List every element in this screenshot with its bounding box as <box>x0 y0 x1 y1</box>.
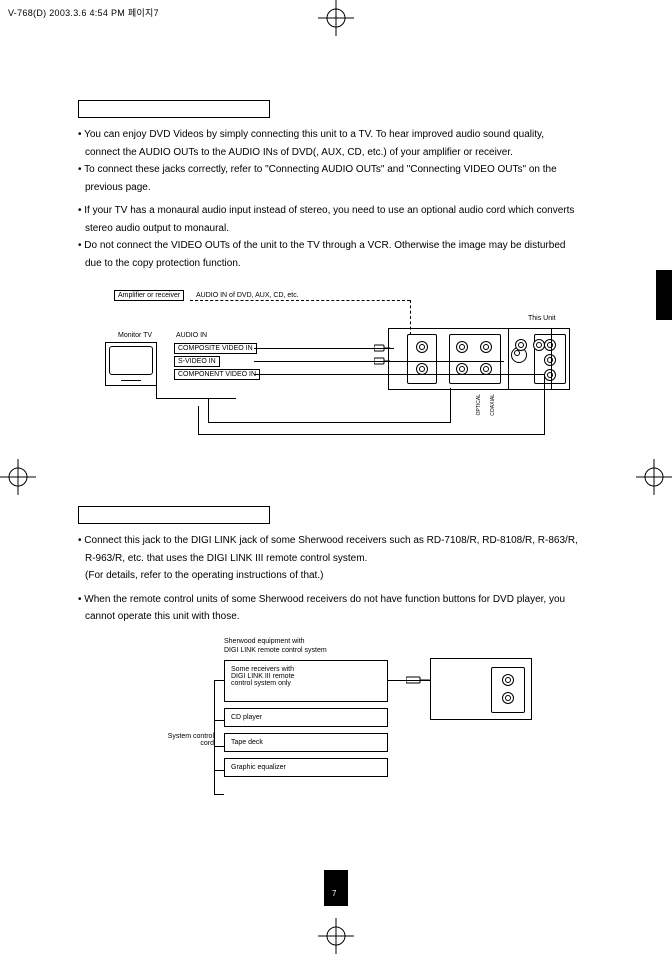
rca-jack-icon <box>533 339 545 351</box>
stack-box-receiver: Some receivers with DIGI LINK III remote… <box>224 660 388 702</box>
label-sherwood-equipment: Sherwood equipment with <box>224 638 305 645</box>
label-optical: OPTICAL <box>476 394 482 415</box>
cable-line <box>254 348 394 349</box>
jack-group <box>407 334 437 384</box>
section1-bullets: • You can enjoy DVD Videos by simply con… <box>78 128 638 270</box>
bullet-text: • Connect this jack to the DIGI LINK jac… <box>78 534 638 548</box>
label-digilink-system: DIGI LINK remote control system <box>224 647 327 654</box>
bracket-line <box>214 746 224 747</box>
cable-line <box>208 398 209 423</box>
jack-group <box>449 334 501 384</box>
jack-group <box>491 667 525 713</box>
registration-mark-left <box>0 459 36 495</box>
stack-box-cd: CD player <box>224 708 388 727</box>
label-this-unit: This Unit <box>528 315 556 322</box>
label-amplifier: Amplifier or receiver <box>114 290 184 301</box>
plug-icon <box>374 343 390 353</box>
label-coaxial: COAXIAL <box>490 394 496 416</box>
bullet-text: connect the AUDIO OUTs to the AUDIO INs … <box>78 146 638 160</box>
bullet-text: • When the remote control units of some … <box>78 593 638 607</box>
rca-jack-icon <box>416 341 428 353</box>
label-text: cord <box>144 740 214 748</box>
label-composite: COMPOSITE VIDEO IN <box>174 343 257 354</box>
plug-icon <box>374 356 390 366</box>
bracket-line <box>214 680 215 795</box>
bullet-text: R-963/R, etc. that uses the DIGI LINK II… <box>78 552 638 566</box>
cable-dashed <box>190 300 410 301</box>
cable-line <box>254 374 544 375</box>
cable-line <box>198 434 545 435</box>
cable-line <box>198 406 199 435</box>
label-component: COMPONENT VIDEO IN <box>174 369 260 380</box>
rca-jack-icon <box>502 674 514 686</box>
label-audio-in: AUDIO IN <box>176 332 207 339</box>
registration-mark-bottom <box>318 918 354 954</box>
registration-mark-right <box>636 459 672 495</box>
rca-jack-icon <box>515 339 527 351</box>
bracket-line <box>214 770 224 771</box>
bullet-text: • Do not connect the VIDEO OUTs of the u… <box>78 239 638 253</box>
bullet-text: • If your TV has a monaural audio input … <box>78 204 638 218</box>
section1-heading-bar <box>78 100 270 118</box>
stack-box-text: control system only <box>231 680 381 687</box>
bullet-text: • You can enjoy DVD Videos by simply con… <box>78 128 638 142</box>
rca-jack-icon <box>502 692 514 704</box>
label-svideo: S-VIDEO IN <box>174 356 220 367</box>
page-number: 7 <box>332 889 336 898</box>
label-audio-in-dvd: AUDIO IN of DVD, AUX, CD, etc. <box>196 292 299 299</box>
registration-mark-top <box>318 0 354 36</box>
section2-heading-bar <box>78 506 270 524</box>
bracket-line <box>214 794 224 795</box>
bracket-line <box>214 720 224 721</box>
stack-box-text: DIGI LINK III remote <box>231 673 381 680</box>
label-text: System control <box>144 733 214 741</box>
cable-dashed <box>410 300 411 335</box>
cable-line <box>156 384 157 398</box>
bullet-text: cannot operate this unit with those. <box>78 610 638 624</box>
cable-line <box>156 398 236 399</box>
bracket-line <box>214 680 224 681</box>
section2-bullets: • Connect this jack to the DIGI LINK jac… <box>78 534 638 624</box>
plug-icon <box>406 675 430 685</box>
bullet-text: due to the copy protection function. <box>78 257 638 271</box>
rca-jack-icon <box>480 341 492 353</box>
page-tab-english <box>324 870 348 906</box>
tv-icon <box>105 342 157 386</box>
label-monitor-tv: Monitor TV <box>118 332 152 339</box>
bullet-text: previous page. <box>78 181 638 195</box>
equipment-stack: Some receivers with DIGI LINK III remote… <box>224 660 388 777</box>
bullet-text: stereo audio output to monaural. <box>78 222 638 236</box>
cable-line <box>208 422 451 423</box>
stack-box-tape: Tape deck <box>224 733 388 752</box>
rca-jack-icon <box>456 341 468 353</box>
stack-box-eq: Graphic equalizer <box>224 758 388 777</box>
digilink-diagram: Sherwood equipment with DIGI LINK remote… <box>78 638 638 828</box>
print-header: V-768(D) 2003.3.6 4:54 PM 페이지7 <box>8 6 159 19</box>
cable-line <box>544 374 545 434</box>
label-system-control-cord: System control cord <box>144 733 214 748</box>
stack-box-text: Some receivers with <box>231 666 381 673</box>
bullet-text: (For details, refer to the operating ins… <box>78 569 638 583</box>
side-tab-english <box>656 270 672 320</box>
digital-out-panel <box>508 328 552 390</box>
bullet-text: • To connect these jacks correctly, refe… <box>78 163 638 177</box>
receiver-rear-panel <box>430 658 532 720</box>
connection-diagram-tv: Amplifier or receiver AUDIO IN of DVD, A… <box>78 288 638 478</box>
cable-line <box>450 388 451 422</box>
